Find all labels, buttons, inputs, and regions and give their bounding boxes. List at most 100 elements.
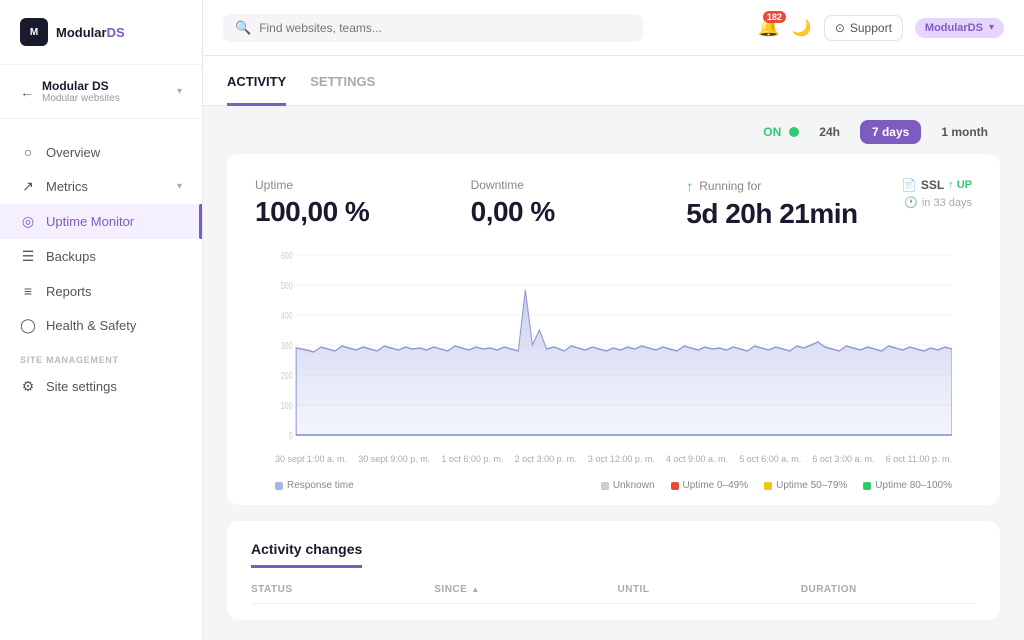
x-label-6: 5 oct 6:00 a. m.: [739, 454, 801, 464]
chart-svg: 600 500 400 300 200 100 0: [275, 250, 952, 450]
ssl-expiry: in 33 days: [922, 197, 972, 209]
col-until: UNTIL: [618, 584, 793, 595]
time-btn-1month[interactable]: 1 month: [929, 120, 1000, 144]
legend-uptime-mid: Uptime 50–79%: [764, 480, 847, 491]
sidebar-item-label: Metrics: [46, 179, 88, 194]
reports-icon: ≡: [20, 283, 36, 299]
sidebar-item-label: Uptime Monitor: [46, 214, 134, 229]
sidebar-item-label: Overview: [46, 145, 100, 160]
workspace-name: Modular DS: [42, 79, 120, 93]
overview-icon: ○: [20, 144, 36, 160]
svg-text:400: 400: [281, 310, 293, 322]
search-input[interactable]: [259, 21, 631, 35]
uptime-icon: ◎: [20, 213, 36, 230]
logo-text: ModularDS: [56, 25, 125, 40]
running-stat: ↑ Running for 5d 20h 21min: [686, 178, 902, 230]
notification-count: 182: [763, 11, 786, 23]
topbar: 🔍 🔔 182 🌙 ⊙ Support ModularDS ▾: [203, 0, 1024, 56]
sort-icon: ▲: [471, 585, 479, 594]
uptime-label: Uptime: [255, 178, 471, 192]
status-dot: [789, 127, 799, 137]
legend-label-response: Response time: [287, 480, 354, 491]
clock-icon: 🕐: [904, 196, 918, 209]
time-btn-24h[interactable]: 24h: [807, 120, 852, 144]
user-menu[interactable]: ModularDS ▾: [915, 18, 1004, 38]
search-box[interactable]: 🔍: [223, 14, 643, 42]
activity-changes-section: Activity changes STATUS SINCE ▲ UNTIL DU…: [227, 521, 1000, 620]
svg-text:500: 500: [281, 280, 293, 292]
uptime-stat: Uptime 100,00 %: [255, 178, 471, 228]
downtime-value: 0,00 %: [471, 196, 687, 228]
user-name: ModularDS: [925, 22, 983, 34]
legend-dot-unknown: [601, 482, 609, 490]
site-settings-icon: ⚙: [20, 378, 36, 395]
legend-label-unknown: Unknown: [613, 480, 655, 491]
workspace-chevron-icon: ▾: [177, 86, 182, 97]
legend-dot-mid: [764, 482, 772, 490]
tab-activity[interactable]: ACTIVITY: [227, 56, 286, 106]
notification-bell[interactable]: 🔔 182: [757, 17, 779, 38]
sidebar-item-backups[interactable]: ☰ Backups: [0, 239, 202, 274]
legend-unknown: Unknown: [601, 480, 655, 491]
downtime-label: Downtime: [471, 178, 687, 192]
svg-text:600: 600: [281, 250, 293, 261]
sidebar-item-label: Health & Safety: [46, 318, 136, 333]
sidebar-item-health[interactable]: ◯ Health & Safety: [0, 308, 202, 343]
legend-label-mid: Uptime 50–79%: [776, 480, 847, 491]
support-icon: ⊙: [835, 21, 845, 35]
legend-dot-high: [863, 482, 871, 490]
x-label-5: 4 oct 9:00 a. m.: [666, 454, 728, 464]
x-label-1: 30 sept 9:00 p. m.: [358, 454, 430, 464]
tabs-bar: ACTIVITY SETTINGS: [203, 56, 1024, 106]
time-btn-7days[interactable]: 7 days: [860, 120, 921, 144]
col-duration: DURATION: [801, 584, 976, 595]
ssl-status: ↑ UP: [948, 179, 972, 191]
workspace-subtitle: Modular websites: [42, 93, 120, 104]
user-chevron-icon: ▾: [989, 22, 994, 33]
legend-uptime-high: Uptime 80–100%: [863, 480, 952, 491]
svg-text:300: 300: [281, 340, 293, 352]
legend-response: Response time: [275, 480, 354, 491]
chart-x-labels: 30 sept 1:00 a. m. 30 sept 9:00 p. m. 1 …: [275, 450, 952, 472]
tab-settings[interactable]: SETTINGS: [310, 56, 375, 106]
sidebar-item-metrics[interactable]: ↗ Metrics ▾: [0, 169, 202, 204]
sidebar-item-site-settings[interactable]: ⚙ Site settings: [0, 369, 202, 404]
time-controls: ON 24h 7 days 1 month: [227, 106, 1000, 154]
support-button[interactable]: ⊙ Support: [824, 15, 903, 41]
dark-mode-icon[interactable]: 🌙: [792, 18, 812, 38]
downtime-stat: Downtime 0,00 %: [471, 178, 687, 228]
sidebar-item-reports[interactable]: ≡ Reports: [0, 274, 202, 308]
stats-card: Uptime 100,00 % Downtime 0,00 % ↑ Runnin…: [227, 154, 1000, 505]
running-arrow-icon: ↑: [686, 178, 693, 194]
running-label: Running for: [699, 179, 761, 193]
back-arrow-icon[interactable]: ←: [20, 84, 34, 100]
content-area: ACTIVITY SETTINGS ON 24h 7 days 1 month …: [203, 56, 1024, 640]
site-management-label: Site Management: [0, 343, 202, 369]
workspace-selector[interactable]: ← Modular DS Modular websites ▾: [0, 65, 202, 119]
sidebar-item-uptime[interactable]: ◎ Uptime Monitor: [0, 204, 202, 239]
legend-uptime-low: Uptime 0–49%: [671, 480, 749, 491]
sidebar-item-label: Site settings: [46, 379, 117, 394]
ssl-icon: 📄: [902, 178, 917, 192]
chart-legend: Response time Unknown Uptime 0–49%: [275, 472, 952, 505]
search-icon: 🔍: [235, 20, 251, 36]
sidebar-item-label: Backups: [46, 249, 96, 264]
legend-dot-response: [275, 482, 283, 490]
sidebar-item-label: Reports: [46, 284, 92, 299]
sidebar-nav: ○ Overview ↗ Metrics ▾ ◎ Uptime Monitor …: [0, 119, 202, 640]
legend-label-low: Uptime 0–49%: [683, 480, 749, 491]
logo-icon: M: [20, 18, 48, 46]
x-label-4: 3 oct 12:00 p. m.: [588, 454, 655, 464]
svg-text:200: 200: [281, 370, 293, 382]
running-value: 5d 20h 21min: [686, 198, 902, 230]
sidebar-item-overview[interactable]: ○ Overview: [0, 135, 202, 169]
svg-text:0: 0: [289, 430, 293, 442]
x-label-2: 1 oct 6:00 p. m.: [441, 454, 503, 464]
logo-area: M ModularDS: [0, 0, 202, 65]
col-since[interactable]: SINCE ▲: [434, 584, 609, 595]
col-status: STATUS: [251, 584, 426, 595]
backups-icon: ☰: [20, 248, 36, 265]
x-label-8: 6 oct 11:00 p. m.: [886, 454, 952, 464]
x-label-0: 30 sept 1:00 a. m.: [275, 454, 347, 464]
support-label: Support: [850, 21, 892, 35]
